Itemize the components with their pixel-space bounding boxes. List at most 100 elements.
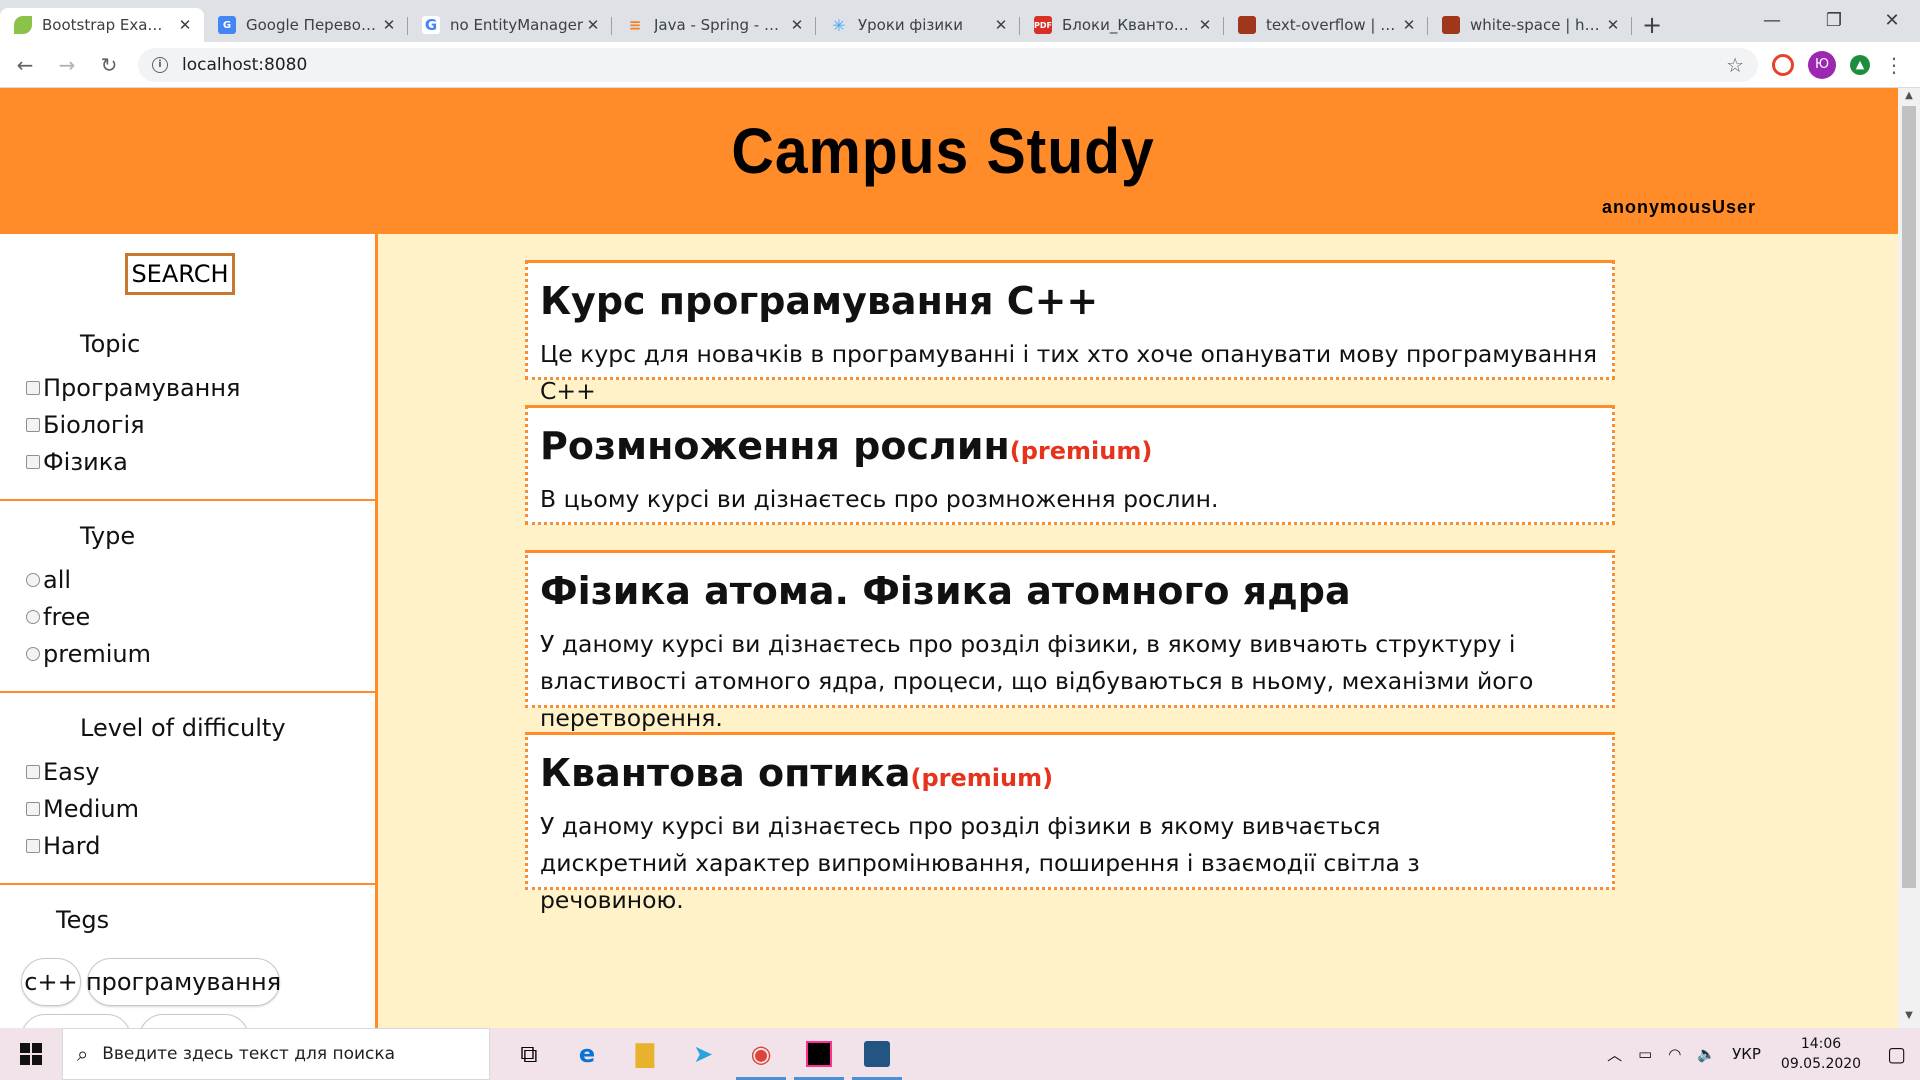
topic-option-biology[interactable]: Біологія (26, 411, 145, 439)
difficulty-option-medium[interactable]: Medium (26, 795, 139, 823)
checkbox[interactable] (26, 381, 40, 395)
option-label: Фізика (43, 448, 128, 476)
language-indicator[interactable]: УКР (1732, 1045, 1761, 1063)
bookmark-star-icon[interactable]: ☆ (1726, 53, 1744, 77)
close-icon[interactable]: ✕ (1400, 16, 1418, 34)
close-window-button[interactable]: ✕ (1864, 0, 1920, 40)
telegram-icon[interactable]: ➤ (674, 1028, 732, 1080)
forward-arrow-icon[interactable]: → (50, 48, 84, 82)
tab-pdf-quantum[interactable]: PDF Блоки_Квантова т ✕ (1020, 8, 1224, 42)
scroll-up-arrow-icon[interactable]: ▲ (1898, 90, 1920, 106)
minimize-button[interactable]: — (1744, 0, 1800, 40)
course-description: У даному курсі ви дізнаєтесь про розділ … (540, 630, 1534, 732)
course-card[interactable]: Квантова оптика(premium) У даному курсі … (525, 732, 1615, 914)
course-card[interactable]: Розмноження рослин(premium) В цьому курс… (525, 405, 1615, 525)
chrome-icon[interactable]: ◉ (732, 1028, 790, 1080)
course-card[interactable]: Фізика атома. Фізика атомного ядра У дан… (525, 550, 1615, 732)
tab-white-space[interactable]: white-space | html ✕ (1428, 8, 1632, 42)
radio[interactable] (26, 647, 40, 661)
intellij-icon[interactable] (790, 1028, 848, 1080)
premium-badge: (premium) (910, 764, 1054, 792)
type-heading: Type (80, 522, 136, 550)
checkbox[interactable] (26, 839, 40, 853)
new-tab-button[interactable]: + (1632, 8, 1672, 42)
course-title-text: Фізика атома. Фізика атомного ядра (540, 569, 1351, 613)
option-label: Medium (43, 795, 139, 823)
course-title[interactable]: Квантова оптика(premium) (540, 749, 1600, 802)
tab-title: Java - Spring - Нет (654, 16, 788, 34)
mysql-workbench-icon[interactable] (848, 1028, 906, 1080)
close-icon[interactable]: ✕ (788, 16, 806, 34)
tag-chip[interactable]: c++ (21, 958, 81, 1006)
taskbar-search[interactable]: ⌕ Введите здесь текст для поиска (62, 1028, 490, 1080)
course-card[interactable]: Курс програмування С++ Це курс для новач… (525, 260, 1615, 405)
scrollbar-thumb[interactable] (1902, 106, 1916, 888)
checkbox[interactable] (26, 802, 40, 816)
close-icon[interactable]: ✕ (380, 16, 398, 34)
address-url[interactable]: localhost:8080 (182, 55, 1726, 75)
notification-icon[interactable]: ▢ (1887, 1042, 1906, 1066)
scroll-down-arrow-icon[interactable]: ▼ (1898, 1010, 1920, 1026)
option-label: Easy (43, 758, 100, 786)
radio[interactable] (26, 610, 40, 624)
option-label: Hard (43, 832, 101, 860)
volume-icon[interactable]: 🔈 (1697, 1045, 1716, 1063)
close-icon[interactable]: ✕ (992, 16, 1010, 34)
checkbox[interactable] (26, 765, 40, 779)
tab-entitymanager[interactable]: G no EntityManager ✕ (408, 8, 612, 42)
site-title: Campus Study (731, 115, 1155, 187)
tag-chip[interactable]: програмування (86, 958, 281, 1006)
back-arrow-icon[interactable]: ← (8, 48, 42, 82)
course-title[interactable]: Фізика атома. Фізика атомного ядра (540, 567, 1600, 620)
page-scrollbar[interactable]: ▲ ▼ (1898, 88, 1920, 1028)
tab-text-overflow[interactable]: text-overflow | htm ✕ (1224, 8, 1428, 42)
start-button[interactable] (0, 1028, 62, 1080)
task-view-icon[interactable]: ⧉ (500, 1028, 558, 1080)
tab-bootstrap-example[interactable]: Bootstrap Example ✕ (0, 8, 204, 42)
close-icon[interactable]: ✕ (1196, 16, 1214, 34)
edge-icon[interactable]: e (558, 1028, 616, 1080)
extension-target-icon[interactable] (1772, 53, 1794, 76)
tag-chip-partial[interactable] (21, 1014, 131, 1028)
course-title-text: Курс програмування С++ (540, 279, 1099, 323)
checkbox[interactable] (26, 455, 40, 469)
current-user[interactable]: anonymousUser (1602, 197, 1756, 218)
difficulty-option-hard[interactable]: Hard (26, 832, 100, 860)
type-option-all[interactable]: all (26, 566, 71, 594)
clock[interactable]: 14:06 09.05.2020 (1781, 1034, 1861, 1074)
course-title[interactable]: Розмноження рослин(premium) (540, 422, 1600, 475)
page-viewport: Campus Study anonymousUser SEARCH Topic … (0, 88, 1920, 1028)
address-bar[interactable]: i localhost:8080 ☆ (138, 47, 1758, 82)
google-translate-icon: G (218, 16, 236, 34)
restore-button[interactable]: ❐ (1806, 0, 1862, 40)
premium-badge: (premium) (1009, 437, 1153, 465)
type-option-premium[interactable]: premium (26, 640, 151, 668)
reload-icon[interactable]: ↻ (92, 48, 126, 82)
wifi-icon[interactable]: ◠ (1668, 1045, 1681, 1063)
search-button[interactable]: SEARCH (125, 253, 235, 295)
profile-avatar[interactable]: Ю (1808, 50, 1836, 79)
battery-icon[interactable]: ▭ (1638, 1045, 1652, 1063)
tab-physics-lessons[interactable]: ✳ Уроки фізики ✕ (816, 8, 1020, 42)
type-option-free[interactable]: free (26, 603, 90, 631)
topic-option-physics[interactable]: Фізика (26, 448, 128, 476)
course-title[interactable]: Курс програмування С++ (540, 277, 1600, 330)
info-icon[interactable]: i (152, 56, 168, 73)
browser-toolbar: ← → ↻ i localhost:8080 ☆ Ю ▲ ⋮ (0, 42, 1920, 88)
intellij-square-icon (806, 1041, 832, 1067)
close-icon[interactable]: ✕ (1604, 16, 1622, 34)
tab-stackoverflow[interactable]: ≡ Java - Spring - Нет ✕ (612, 8, 816, 42)
close-icon[interactable]: ✕ (176, 16, 194, 34)
menu-kebab-icon[interactable]: ⋮ (1884, 53, 1904, 77)
close-icon[interactable]: ✕ (584, 16, 602, 34)
chevron-up-icon[interactable]: ︿ (1607, 1044, 1622, 1065)
update-arrow-icon[interactable]: ▲ (1850, 54, 1870, 75)
file-explorer-icon[interactable]: ▇ (616, 1028, 674, 1080)
tag-chip-partial[interactable] (139, 1014, 249, 1028)
topic-option-programming[interactable]: Програмування (26, 374, 241, 402)
taskbar-search-placeholder: Введите здесь текст для поиска (102, 1044, 396, 1064)
tab-google-translate[interactable]: G Google Переводчик ✕ (204, 8, 408, 42)
checkbox[interactable] (26, 418, 40, 432)
radio[interactable] (26, 573, 40, 587)
difficulty-option-easy[interactable]: Easy (26, 758, 100, 786)
